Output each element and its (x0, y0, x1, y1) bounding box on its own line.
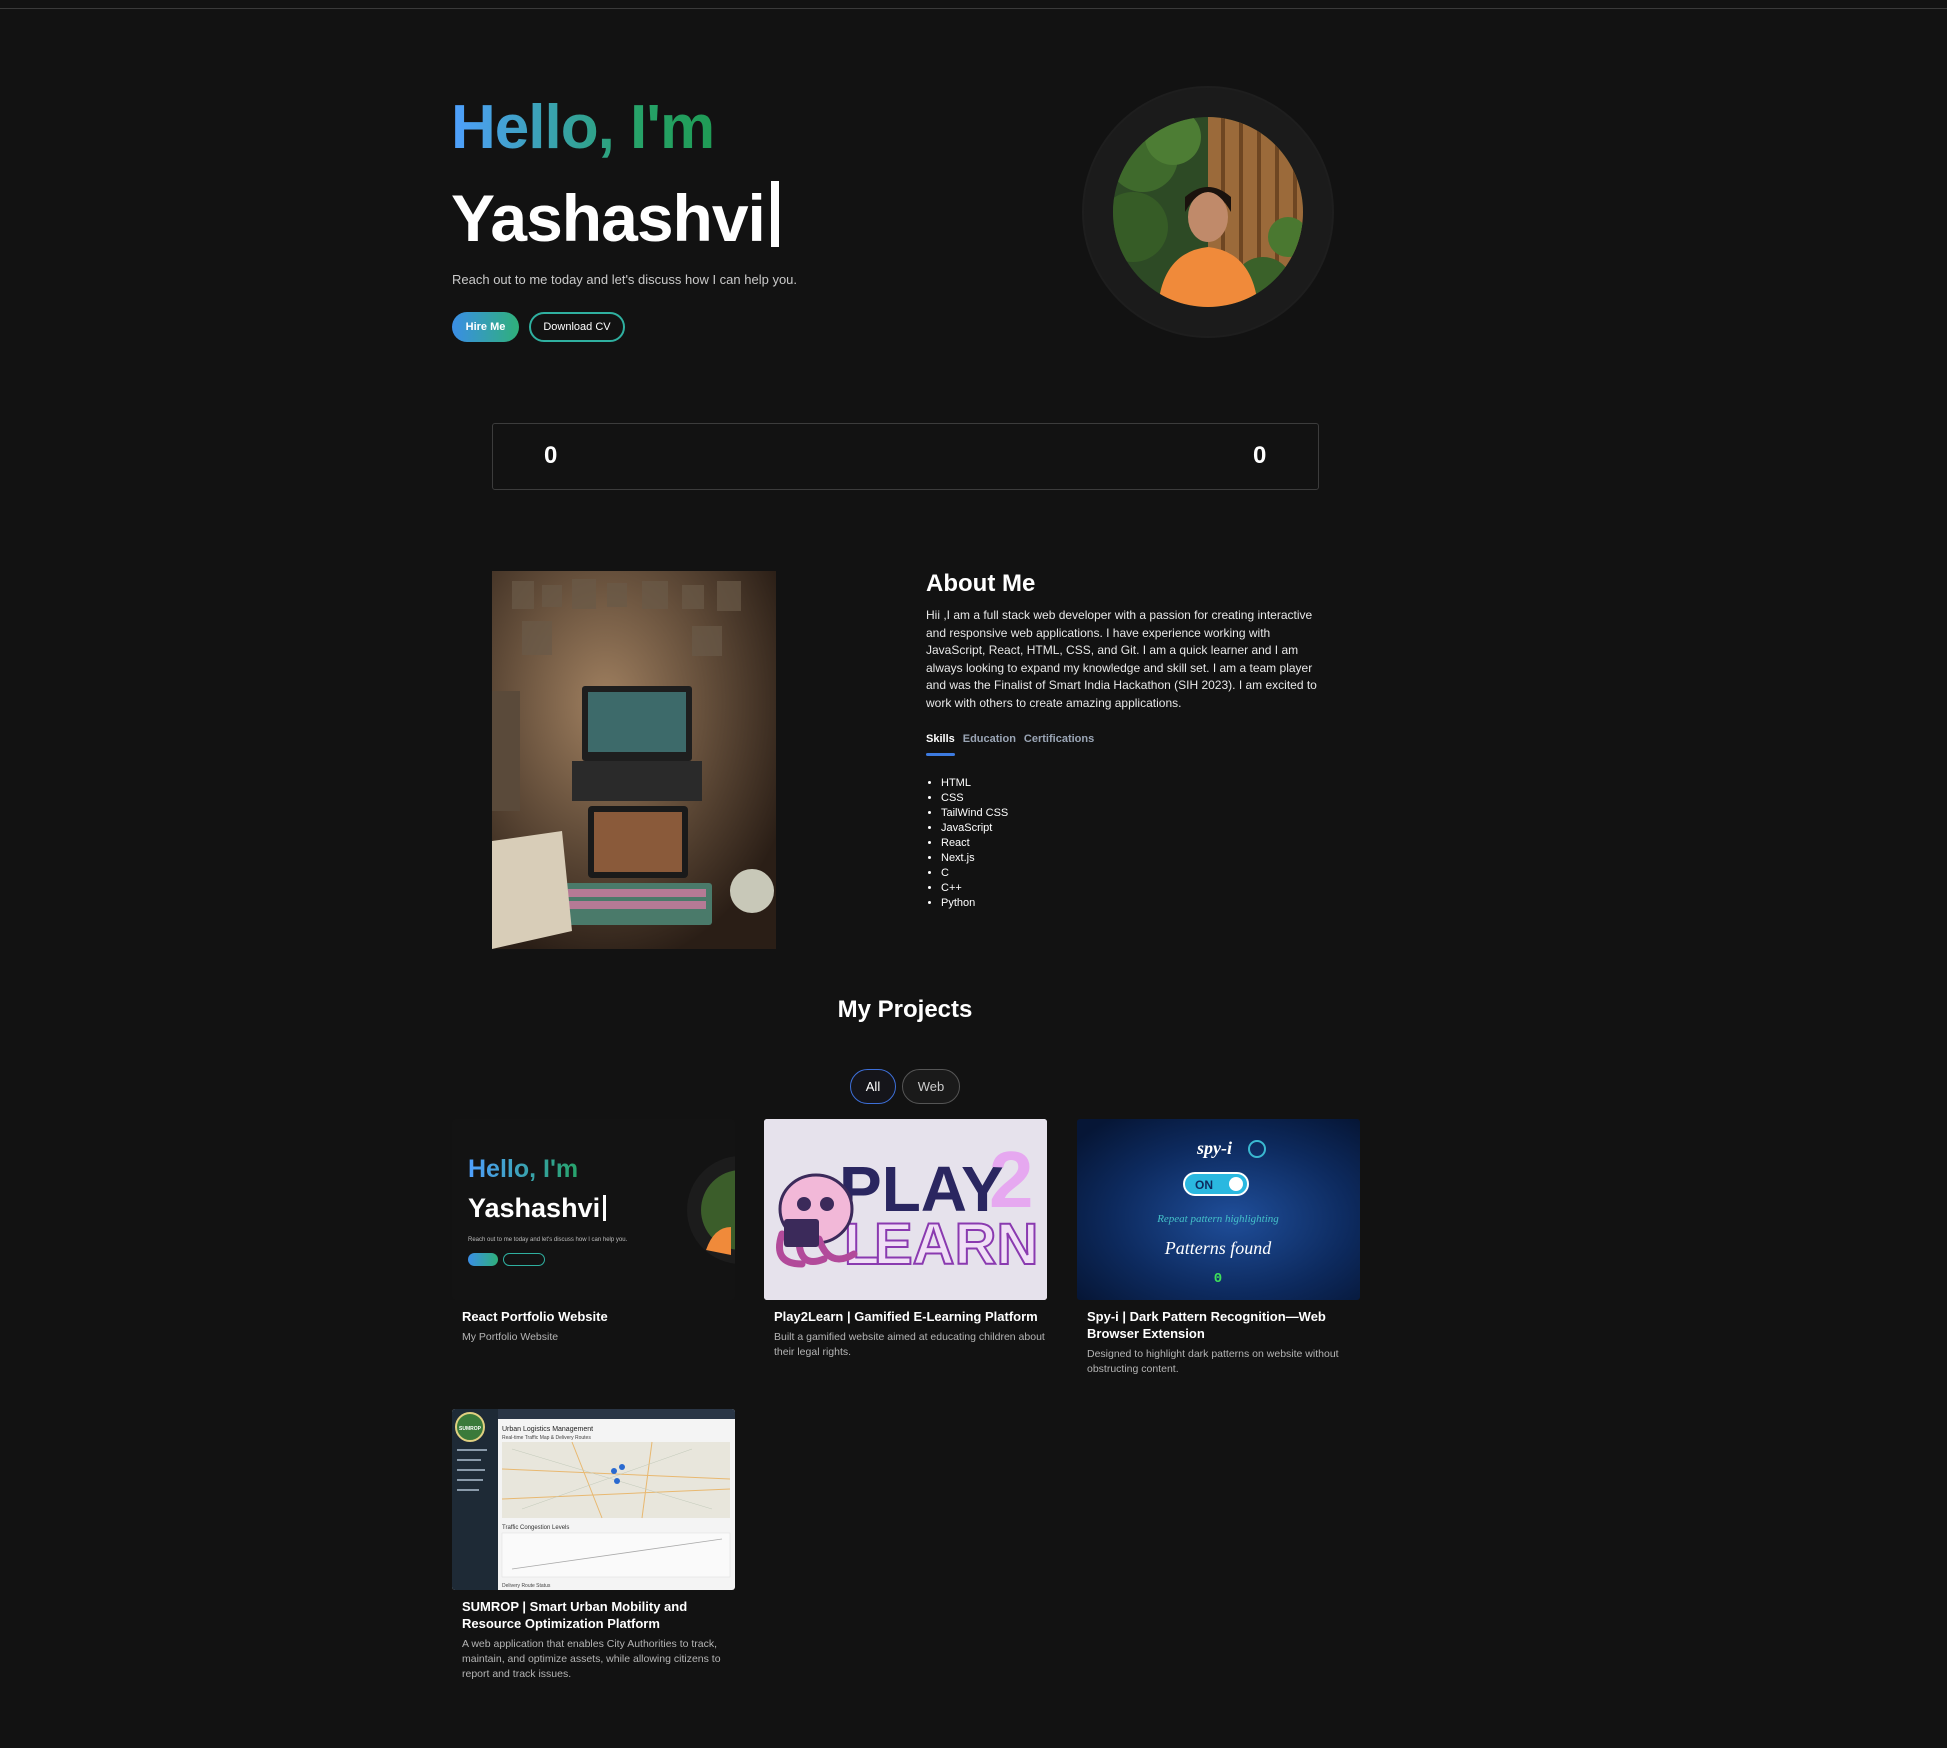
typing-caret (770, 181, 779, 247)
project-desc: My Portfolio Website (462, 1331, 559, 1343)
hero-name: Yashashvi (451, 178, 779, 258)
about-title: About Me (926, 570, 1036, 597)
project-title[interactable]: Spy-i | Dark Pattern Recognition—Web Bro… (1087, 1308, 1362, 1342)
skill-item: React (941, 836, 1008, 851)
thumb-name-text: Yashashvi (468, 1193, 601, 1223)
project-thumb-spy-i[interactable]: spy-i ON Repeat pattern highlighting Pat… (1077, 1119, 1360, 1300)
about-tabs: Skills Education Certifications (926, 733, 1094, 756)
patterns-found-text: Patterns found (1164, 1238, 1272, 1258)
tab-skills[interactable]: Skills (926, 733, 955, 756)
skill-item: Python (941, 896, 1008, 911)
play2learn-logo: PLAY 2 L EARN (764, 1119, 1047, 1300)
sumrop-dashboard: SUMROP Urban Logistics Management Real-t… (452, 1409, 735, 1590)
project-title[interactable]: Play2Learn | Gamified E-Learning Platfor… (774, 1308, 1049, 1325)
sumrop-subheading: Real-time Traffic Map & Delivery Routes (502, 1435, 591, 1441)
project-desc: Designed to highlight dark patterns on w… (1087, 1348, 1339, 1375)
skill-item: Next.js (941, 851, 1008, 866)
hire-me-button[interactable]: Hire Me (452, 312, 519, 342)
thumb-greeting: Hello, I'm (468, 1155, 579, 1183)
filter-all-button[interactable]: All (850, 1069, 896, 1104)
download-cv-button[interactable]: Download CV (529, 312, 625, 342)
thumb-hire-button (468, 1253, 498, 1266)
toggle-on-label: ON (1195, 1178, 1213, 1192)
thumb-caret (603, 1195, 607, 1221)
project-desc: Built a gamified website aimed at educat… (774, 1331, 1045, 1358)
thumb-avatar (687, 1156, 735, 1264)
stat-left-value: 0 (544, 442, 558, 469)
hero-subtitle: Reach out to me today and let's discuss … (452, 272, 798, 287)
project-thumb-play2learn[interactable]: PLAY 2 L EARN (764, 1119, 1047, 1300)
project-title[interactable]: SUMROP | Smart Urban Mobility and Resour… (462, 1598, 737, 1632)
skill-item: CSS (941, 791, 1008, 806)
stats-bar: 0 0 (492, 423, 1319, 490)
project-thumb-sumrop[interactable]: SUMROP Urban Logistics Management Real-t… (452, 1409, 735, 1590)
project-title[interactable]: React Portfolio Website (462, 1308, 737, 1325)
skills-list: HTML CSS TailWind CSS JavaScript React N… (930, 776, 1008, 911)
skill-item: JavaScript (941, 821, 1008, 836)
spy-i-brand: spy-i (1196, 1138, 1232, 1158)
sumrop-footer: Delivery Route Status (502, 1583, 551, 1589)
repeat-pattern-text: Repeat pattern highlighting (1156, 1213, 1279, 1225)
logo-earn: EARN (874, 1212, 1038, 1277)
thumb-subtitle: Reach out to me today and let's discuss … (468, 1237, 628, 1243)
sumrop-heading: Urban Logistics Management (502, 1426, 593, 1433)
project-thumb-portfolio[interactable]: Hello, I'm Yashashvi Reach out to me tod… (452, 1119, 735, 1300)
project-desc: A web application that enables City Auth… (462, 1638, 721, 1680)
thumb-cv-button (503, 1253, 545, 1266)
thumb-name: Yashashvi (468, 1193, 607, 1224)
tab-education[interactable]: Education (963, 733, 1016, 745)
hero-greeting: Hello, I'm (451, 88, 715, 168)
about-photo (492, 571, 776, 949)
top-divider (0, 8, 1947, 9)
skill-item: C++ (941, 881, 1008, 896)
about-text: Hii ,I am a full stack web developer wit… (926, 608, 1317, 710)
stat-right-value: 0 (1253, 442, 1267, 469)
skill-item: TailWind CSS (941, 806, 1008, 821)
logo-two: 2 (989, 1135, 1034, 1224)
filter-web-button[interactable]: Web (902, 1069, 960, 1104)
projects-title: My Projects (837, 996, 973, 1023)
spy-i-screen: spy-i ON Repeat pattern highlighting Pat… (1077, 1119, 1360, 1300)
sumrop-chart-label: Traffic Congestion Levels (502, 1525, 569, 1531)
patterns-count: 0 (1214, 1271, 1222, 1287)
tab-certifications[interactable]: Certifications (1024, 733, 1094, 745)
skill-item: HTML (941, 776, 1008, 791)
hero-name-text: Yashashvi (451, 181, 766, 255)
avatar (1113, 117, 1303, 307)
sumrop-logo: SUMROP (459, 1426, 482, 1432)
skill-item: C (941, 866, 1008, 881)
